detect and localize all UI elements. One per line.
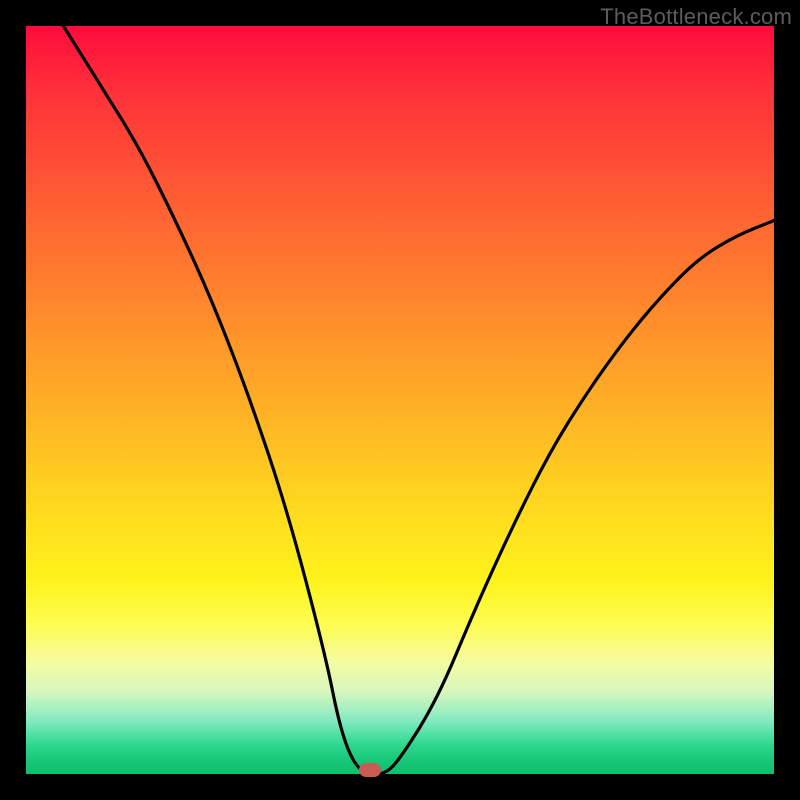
plot-area [26,26,774,774]
optimal-point-marker [359,763,381,777]
chart-frame: TheBottleneck.com [0,0,800,800]
bottleneck-curve [26,26,774,774]
watermark-text: TheBottleneck.com [600,4,792,30]
